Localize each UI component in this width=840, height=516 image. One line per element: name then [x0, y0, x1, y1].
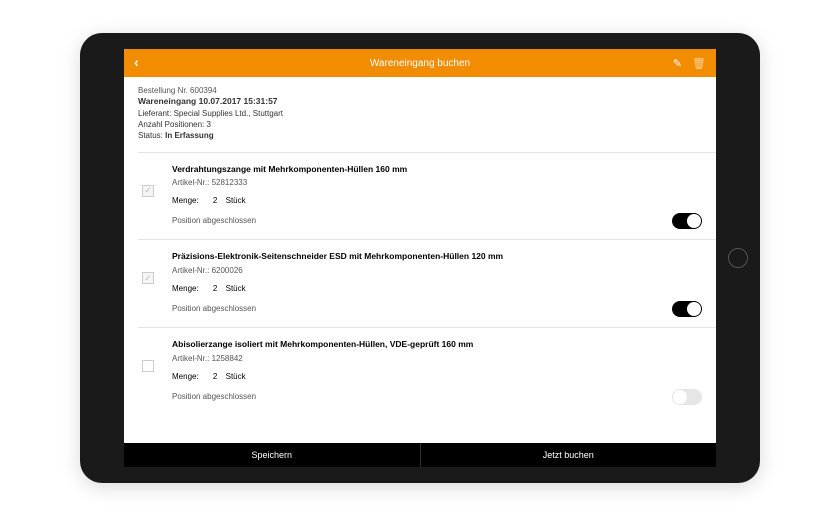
home-button[interactable] — [728, 248, 748, 268]
receipt-title: Wareneingang 10.07.2017 15:31:57 — [138, 96, 702, 108]
item-name: Verdrahtungszange mit Mehrkomponenten-Hü… — [172, 163, 702, 176]
position-closed-label: Position abgeschlossen — [172, 303, 256, 315]
item-name: Präzisions-Elektronik-Seitenschneider ES… — [172, 250, 702, 263]
edit-icon[interactable]: ✎ — [673, 57, 682, 70]
order-label: Bestellung Nr. — [138, 86, 188, 95]
positions-value: 3 — [207, 120, 211, 129]
order-number: 600394 — [190, 86, 217, 95]
row-checkbox[interactable]: ✓ — [142, 360, 154, 372]
footer-bar: Speichern Jetzt buchen — [124, 443, 716, 467]
page-title: Wareneingang buchen — [370, 58, 470, 69]
supplier-value: Special Supplies Ltd., Stuttgart — [174, 109, 283, 118]
item-name: Abisolierzange isoliert mit Mehrkomponen… — [172, 338, 702, 351]
position-closed-toggle[interactable] — [672, 213, 702, 229]
article-number: 6200026 — [212, 266, 243, 275]
positions-label: Anzahl Positionen: — [138, 120, 204, 129]
article-label: Artikel-Nr.: — [172, 178, 209, 187]
article-label: Artikel-Nr.: — [172, 266, 209, 275]
supplier-label: Lieferant: — [138, 109, 171, 118]
qty-value: 2 — [213, 371, 217, 383]
qty-value: 2 — [213, 195, 217, 207]
line-item: ✓ Verdrahtungszange mit Mehrkomponenten-… — [124, 153, 716, 240]
qty-label: Menge: — [172, 372, 199, 381]
line-item: ✓ Präzisions-Elektronik-Seitenschneider … — [124, 240, 716, 327]
status-label: Status: — [138, 131, 163, 140]
save-button[interactable]: Speichern — [124, 443, 420, 467]
book-now-button[interactable]: Jetzt buchen — [421, 443, 717, 467]
position-closed-toggle[interactable] — [672, 301, 702, 317]
qty-unit: Stück — [226, 284, 246, 293]
delete-icon[interactable]: 🗑 — [692, 57, 706, 70]
qty-value: 2 — [213, 283, 217, 295]
article-number: 52812333 — [212, 178, 248, 187]
qty-unit: Stück — [226, 196, 246, 205]
row-checkbox[interactable]: ✓ — [142, 272, 154, 284]
app-header: ‹ Wareneingang buchen ✎ 🗑 — [124, 49, 716, 77]
order-meta: Bestellung Nr. 600394 Wareneingang 10.07… — [124, 77, 716, 152]
line-item: ✓ Abisolierzange isoliert mit Mehrkompon… — [124, 328, 716, 415]
row-checkbox[interactable]: ✓ — [142, 185, 154, 197]
qty-unit: Stück — [226, 372, 246, 381]
qty-label: Menge: — [172, 284, 199, 293]
article-label: Artikel-Nr.: — [172, 354, 209, 363]
position-closed-label: Position abgeschlossen — [172, 215, 256, 227]
back-icon[interactable]: ‹ — [134, 54, 139, 70]
tablet-frame: ‹ Wareneingang buchen ✎ 🗑 Bestellung Nr.… — [80, 33, 760, 483]
article-number: 1258842 — [212, 354, 243, 363]
position-closed-label: Position abgeschlossen — [172, 391, 256, 403]
app-screen: ‹ Wareneingang buchen ✎ 🗑 Bestellung Nr.… — [124, 49, 716, 467]
status-value: In Erfassung — [165, 131, 213, 140]
qty-label: Menge: — [172, 196, 199, 205]
position-closed-toggle[interactable] — [672, 389, 702, 405]
